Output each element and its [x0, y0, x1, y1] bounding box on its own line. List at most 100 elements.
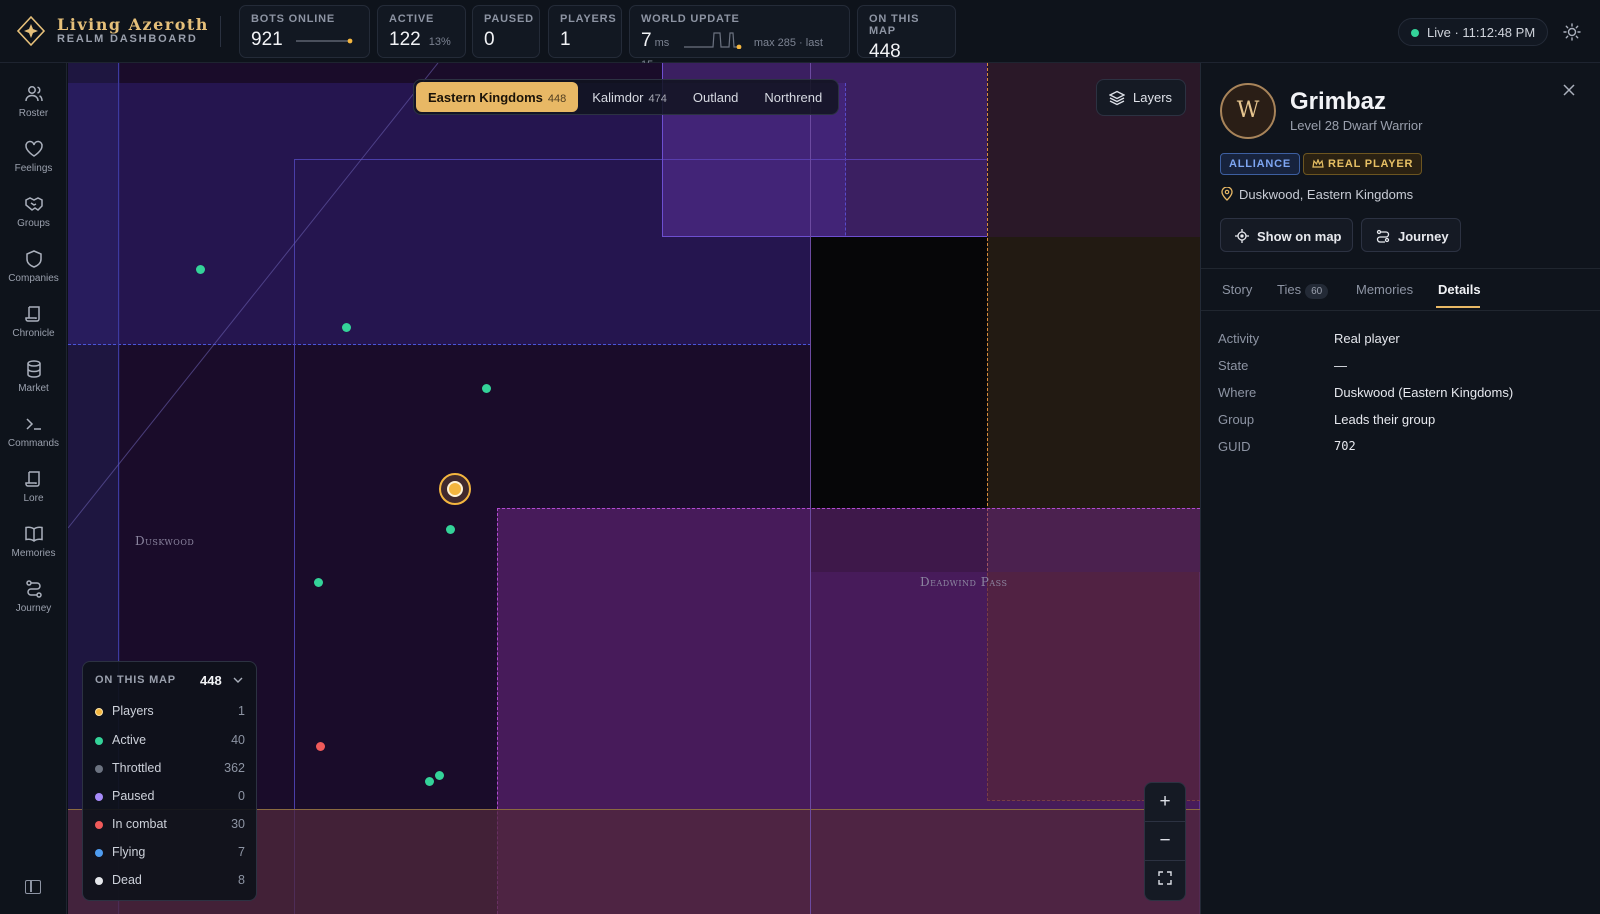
- zone-region-pink-right: [987, 572, 1200, 801]
- close-button[interactable]: [1563, 81, 1575, 101]
- scroll-icon: [24, 306, 40, 322]
- stat-players-value: 1: [560, 29, 571, 50]
- layers-icon: [1109, 90, 1125, 106]
- nav-lore[interactable]: Lore: [0, 466, 67, 518]
- divider: [1201, 268, 1600, 269]
- detail-row-group: Group Leads their group: [1218, 412, 1436, 427]
- avatar: W: [1220, 83, 1276, 139]
- faction-badge: ALLIANCE: [1220, 153, 1301, 175]
- map-dot-combat[interactable]: [316, 742, 325, 751]
- tab-details[interactable]: Details: [1438, 282, 1481, 297]
- fullscreen-button[interactable]: [1145, 861, 1185, 900]
- legend-row-players[interactable]: Players 1: [95, 703, 245, 723]
- layers-button[interactable]: Layers: [1096, 79, 1186, 116]
- legend-dot: [95, 821, 103, 829]
- bots-sparkline: [295, 38, 353, 44]
- top-bar: Living Azeroth REALM DASHBOARD BOTS ONLI…: [0, 0, 1600, 71]
- shield-icon: [25, 250, 42, 268]
- character-location: Duskwood, Eastern Kingdoms: [1239, 187, 1414, 202]
- map-dot-active[interactable]: [342, 323, 351, 332]
- route-icon: [1376, 229, 1390, 243]
- live-text: Live · 11:12:48 PM: [1427, 25, 1536, 40]
- detail-row-where: Where Duskwood (Eastern Kingdoms): [1218, 385, 1514, 400]
- nav-groups[interactable]: Groups: [0, 191, 67, 243]
- live-status: Live · 11:12:48 PM: [1398, 18, 1548, 46]
- zone-label-duskwood: Duskwood: [135, 534, 195, 548]
- nav-feelings[interactable]: Feelings: [0, 136, 67, 188]
- nav-roster[interactable]: Roster: [0, 81, 67, 133]
- map-marker-player-core: [447, 481, 463, 497]
- real-player-badge: REAL PLAYER: [1303, 153, 1423, 175]
- stat-active: ACTIVE 122 13%: [377, 5, 466, 58]
- nav-journey[interactable]: Journey: [0, 576, 67, 628]
- world-update-sparkline: [683, 32, 741, 50]
- stat-paused: PAUSED 0: [472, 5, 540, 58]
- scroll-icon: [24, 471, 40, 487]
- chevron-down-icon[interactable]: [233, 675, 243, 685]
- ties-count: 60: [1305, 284, 1329, 299]
- legend-title: ON THIS MAP: [95, 674, 176, 686]
- legend-row-active[interactable]: Active 40: [95, 732, 245, 752]
- zoom-out-button[interactable]: −: [1145, 822, 1185, 861]
- tab-kalimdor[interactable]: Kalimdor 474: [580, 82, 679, 112]
- tab-northrend[interactable]: Northrend: [752, 82, 834, 112]
- divider: [220, 16, 221, 47]
- stat-active-value: 122: [389, 29, 421, 50]
- stat-bots-online: BOTS ONLINE 921: [239, 5, 370, 58]
- stat-active-percent: 13%: [428, 36, 451, 48]
- zone-line-v: [810, 63, 811, 914]
- nav-market[interactable]: Market: [0, 356, 67, 408]
- journey-button[interactable]: Journey: [1361, 218, 1461, 252]
- detail-row-guid: GUID 702: [1218, 439, 1356, 454]
- heart-icon: [24, 140, 43, 157]
- nav-memories[interactable]: Memories: [0, 521, 67, 573]
- active-tab-indicator: [1436, 306, 1480, 308]
- legend-row-throttled[interactable]: Throttled 362: [95, 760, 245, 780]
- legend-row-paused[interactable]: Paused 0: [95, 788, 245, 808]
- map-dot-active[interactable]: [435, 771, 444, 780]
- brand-title: Living Azeroth: [57, 15, 209, 34]
- character-panel: W Grimbaz Level 28 Dwarf Warrior ALLIANC…: [1200, 63, 1600, 914]
- character-subtitle: Level 28 Dwarf Warrior: [1290, 118, 1423, 133]
- nav-companies[interactable]: Companies: [0, 246, 67, 298]
- tab-story[interactable]: Story: [1222, 282, 1252, 297]
- zone-border-diagonal: [68, 63, 439, 529]
- tab-memories[interactable]: Memories: [1356, 282, 1413, 297]
- legend-dot: [95, 765, 103, 773]
- map-dot-active[interactable]: [482, 384, 491, 393]
- nav-commands[interactable]: Commands: [0, 411, 67, 463]
- legend-row-dead[interactable]: Dead 8: [95, 872, 245, 892]
- map-dot-active[interactable]: [446, 525, 455, 534]
- stat-world-update: WORLD UPDATE 7ms max 285 · last 15: [629, 5, 850, 71]
- zoom-in-button[interactable]: +: [1145, 783, 1185, 822]
- legend-row-flying[interactable]: Flying 7: [95, 844, 245, 864]
- terminal-icon: [25, 418, 41, 430]
- map-dot-active[interactable]: [425, 777, 434, 786]
- fullscreen-icon: [1158, 871, 1172, 885]
- map-dot-active[interactable]: [314, 578, 323, 587]
- nav-chronicle[interactable]: Chronicle: [0, 301, 67, 353]
- theme-toggle-sun-icon[interactable]: [1562, 22, 1582, 42]
- stat-paused-value: 0: [484, 29, 495, 50]
- legend-row-in-combat[interactable]: In combat 30: [95, 816, 245, 836]
- book-icon: [24, 526, 43, 542]
- continent-tabs: Eastern Kingdoms 448 Kalimdor 474 Outland …: [413, 79, 840, 115]
- show-on-map-button[interactable]: Show on map: [1220, 218, 1353, 252]
- divider: [1201, 310, 1600, 311]
- tab-ties[interactable]: Ties 60: [1277, 282, 1329, 299]
- side-nav: Roster Feelings Groups Companies Chronic…: [0, 63, 67, 914]
- handshake-icon: [24, 197, 43, 211]
- users-icon: [24, 86, 43, 102]
- zoom-controls: + −: [1144, 782, 1186, 901]
- sidebar-toggle-icon[interactable]: [25, 880, 41, 894]
- tab-outland[interactable]: Outland: [681, 82, 751, 112]
- map-dot-active[interactable]: [196, 265, 205, 274]
- map-marker-player[interactable]: [439, 473, 471, 505]
- legend-dot: [95, 793, 103, 801]
- legend-dot: [95, 849, 103, 857]
- tab-eastern-kingdoms[interactable]: Eastern Kingdoms 448: [416, 82, 579, 112]
- crosshair-icon: [1235, 229, 1249, 243]
- legend-dot: [95, 708, 103, 716]
- detail-row-activity: Activity Real player: [1218, 331, 1400, 346]
- zone-label-deadwind-pass: Deadwind Pass: [920, 575, 1008, 589]
